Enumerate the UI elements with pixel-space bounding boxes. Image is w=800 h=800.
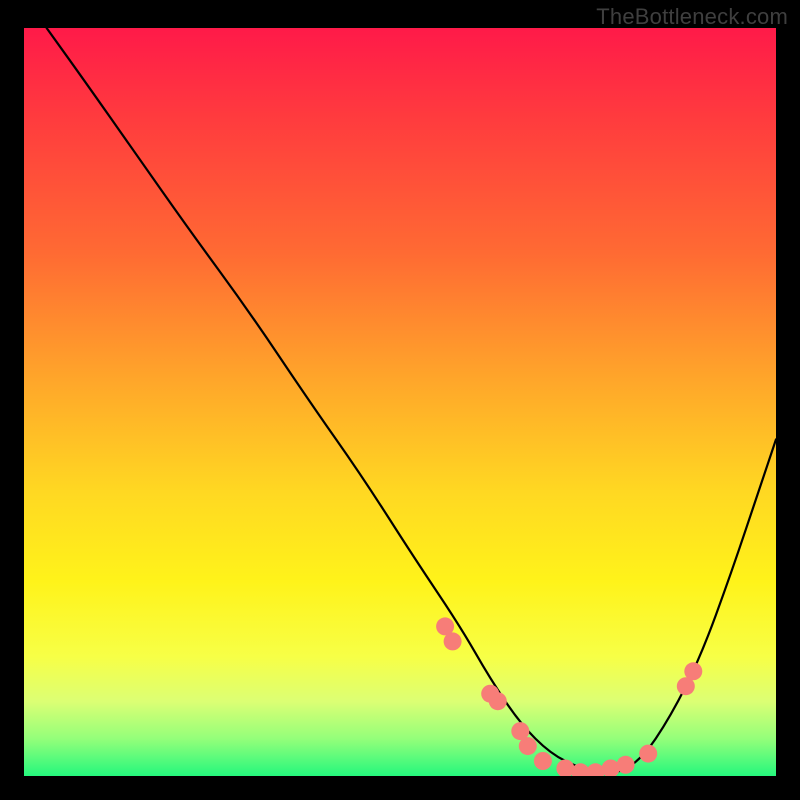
plot-area <box>24 28 776 776</box>
marker-group <box>436 617 702 776</box>
bottleneck-curve-path <box>47 28 776 774</box>
data-marker <box>489 692 507 710</box>
data-marker <box>444 632 462 650</box>
watermark-text: TheBottleneck.com <box>596 4 788 30</box>
data-marker <box>684 662 702 680</box>
chart-frame: TheBottleneck.com <box>0 0 800 800</box>
data-marker <box>639 745 657 763</box>
data-marker <box>534 752 552 770</box>
data-marker <box>602 760 620 777</box>
data-marker <box>519 737 537 755</box>
data-marker <box>617 756 635 774</box>
chart-svg <box>24 28 776 776</box>
